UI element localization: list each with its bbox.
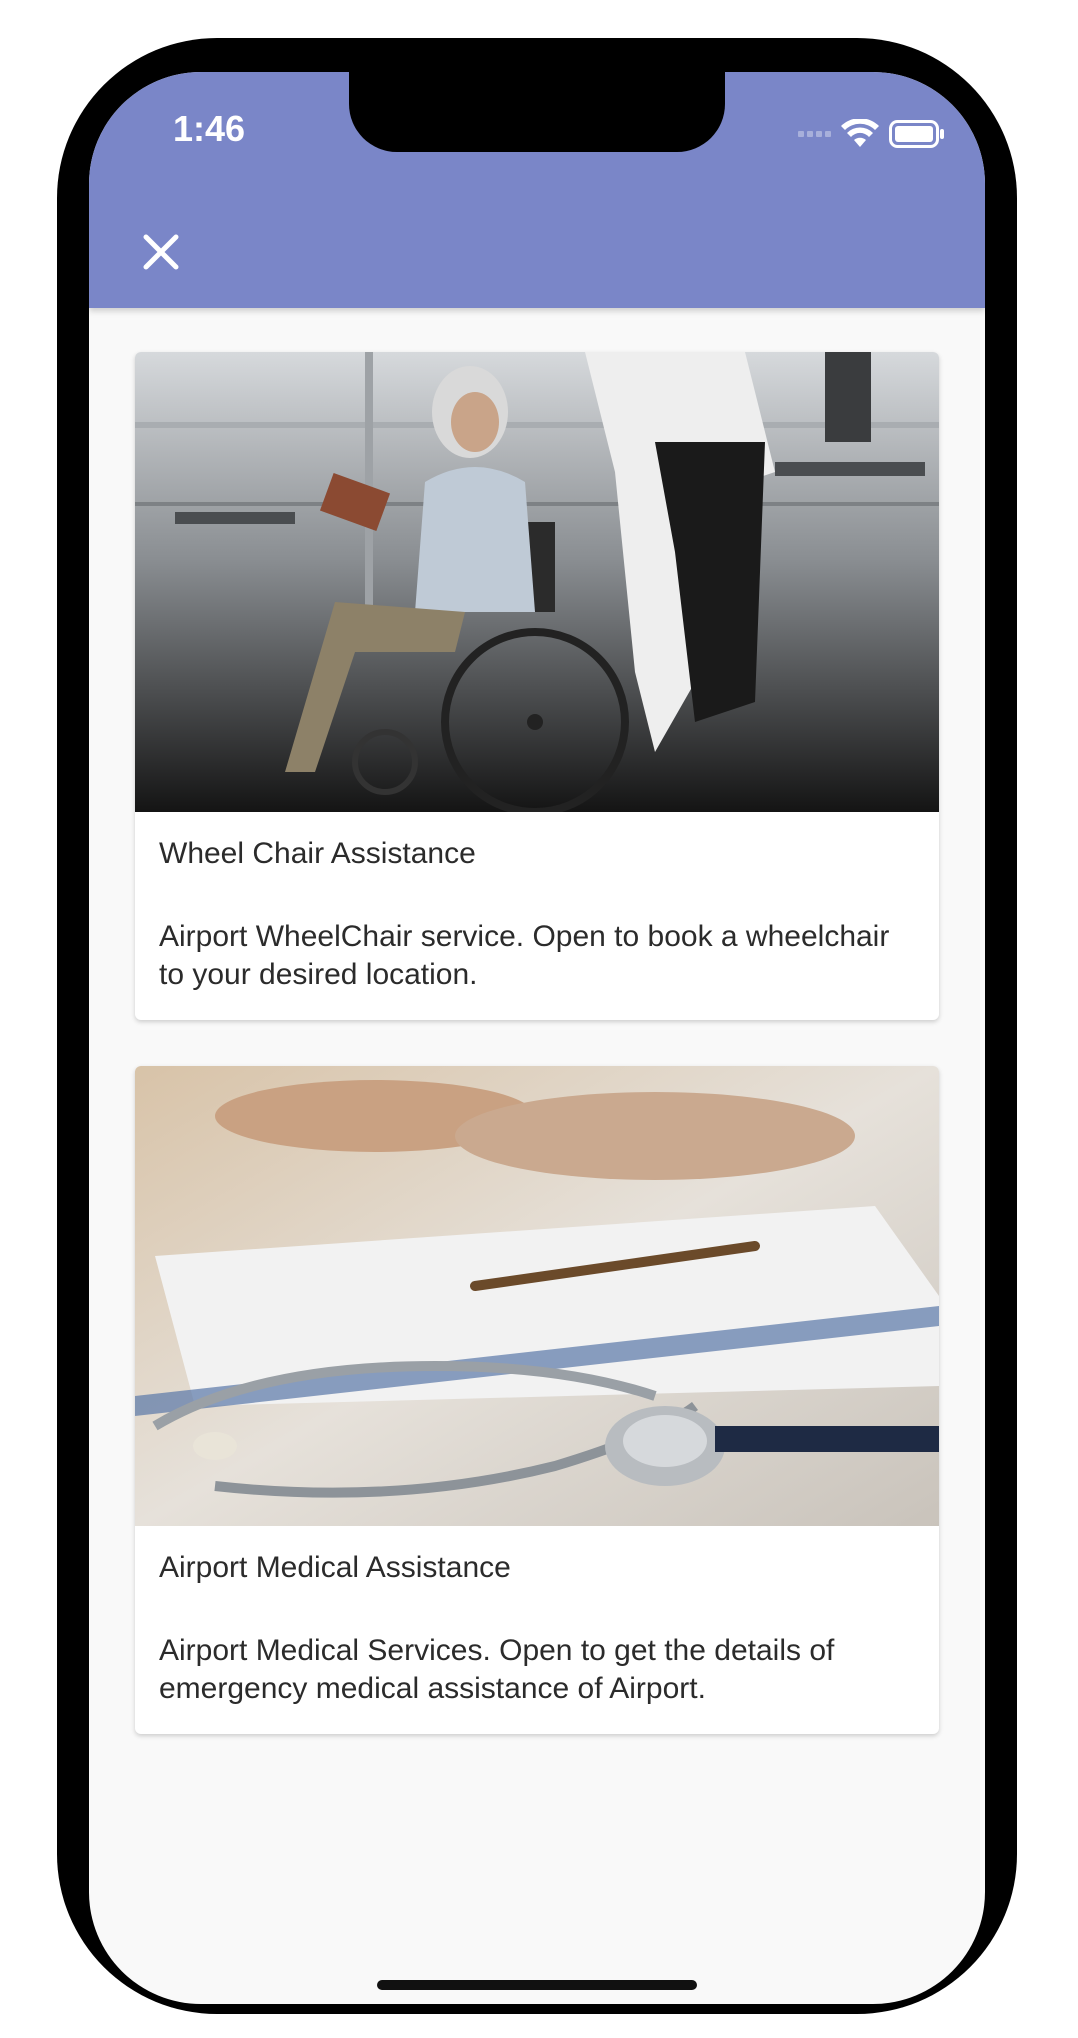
app-screen: 1:46 Wheel Chair Assistance Airport Whee… xyxy=(89,72,985,2004)
status-time: 1:46 xyxy=(173,108,246,149)
camera-notch xyxy=(349,72,725,152)
wheelchair-image xyxy=(135,352,939,812)
stethoscope-image xyxy=(135,1066,939,1526)
home-indicator[interactable] xyxy=(377,1980,697,1990)
signal-icon xyxy=(798,131,831,137)
card-title: Wheel Chair Assistance xyxy=(159,837,476,870)
card-description: Airport WheelChair service. Open to book… xyxy=(159,920,890,991)
close-icon xyxy=(143,234,179,270)
close-button[interactable] xyxy=(131,222,191,282)
card-description: Airport Medical Services. Open to get th… xyxy=(159,1634,835,1705)
service-card-wheelchair[interactable]: Wheel Chair Assistance Airport WheelChai… xyxy=(135,352,939,1020)
wifi-icon xyxy=(841,119,879,147)
status-icons xyxy=(798,114,945,154)
battery-icon xyxy=(889,120,944,148)
service-card-medical[interactable]: Airport Medical Assistance Airport Medic… xyxy=(135,1066,939,1734)
card-title: Airport Medical Assistance xyxy=(159,1551,511,1584)
